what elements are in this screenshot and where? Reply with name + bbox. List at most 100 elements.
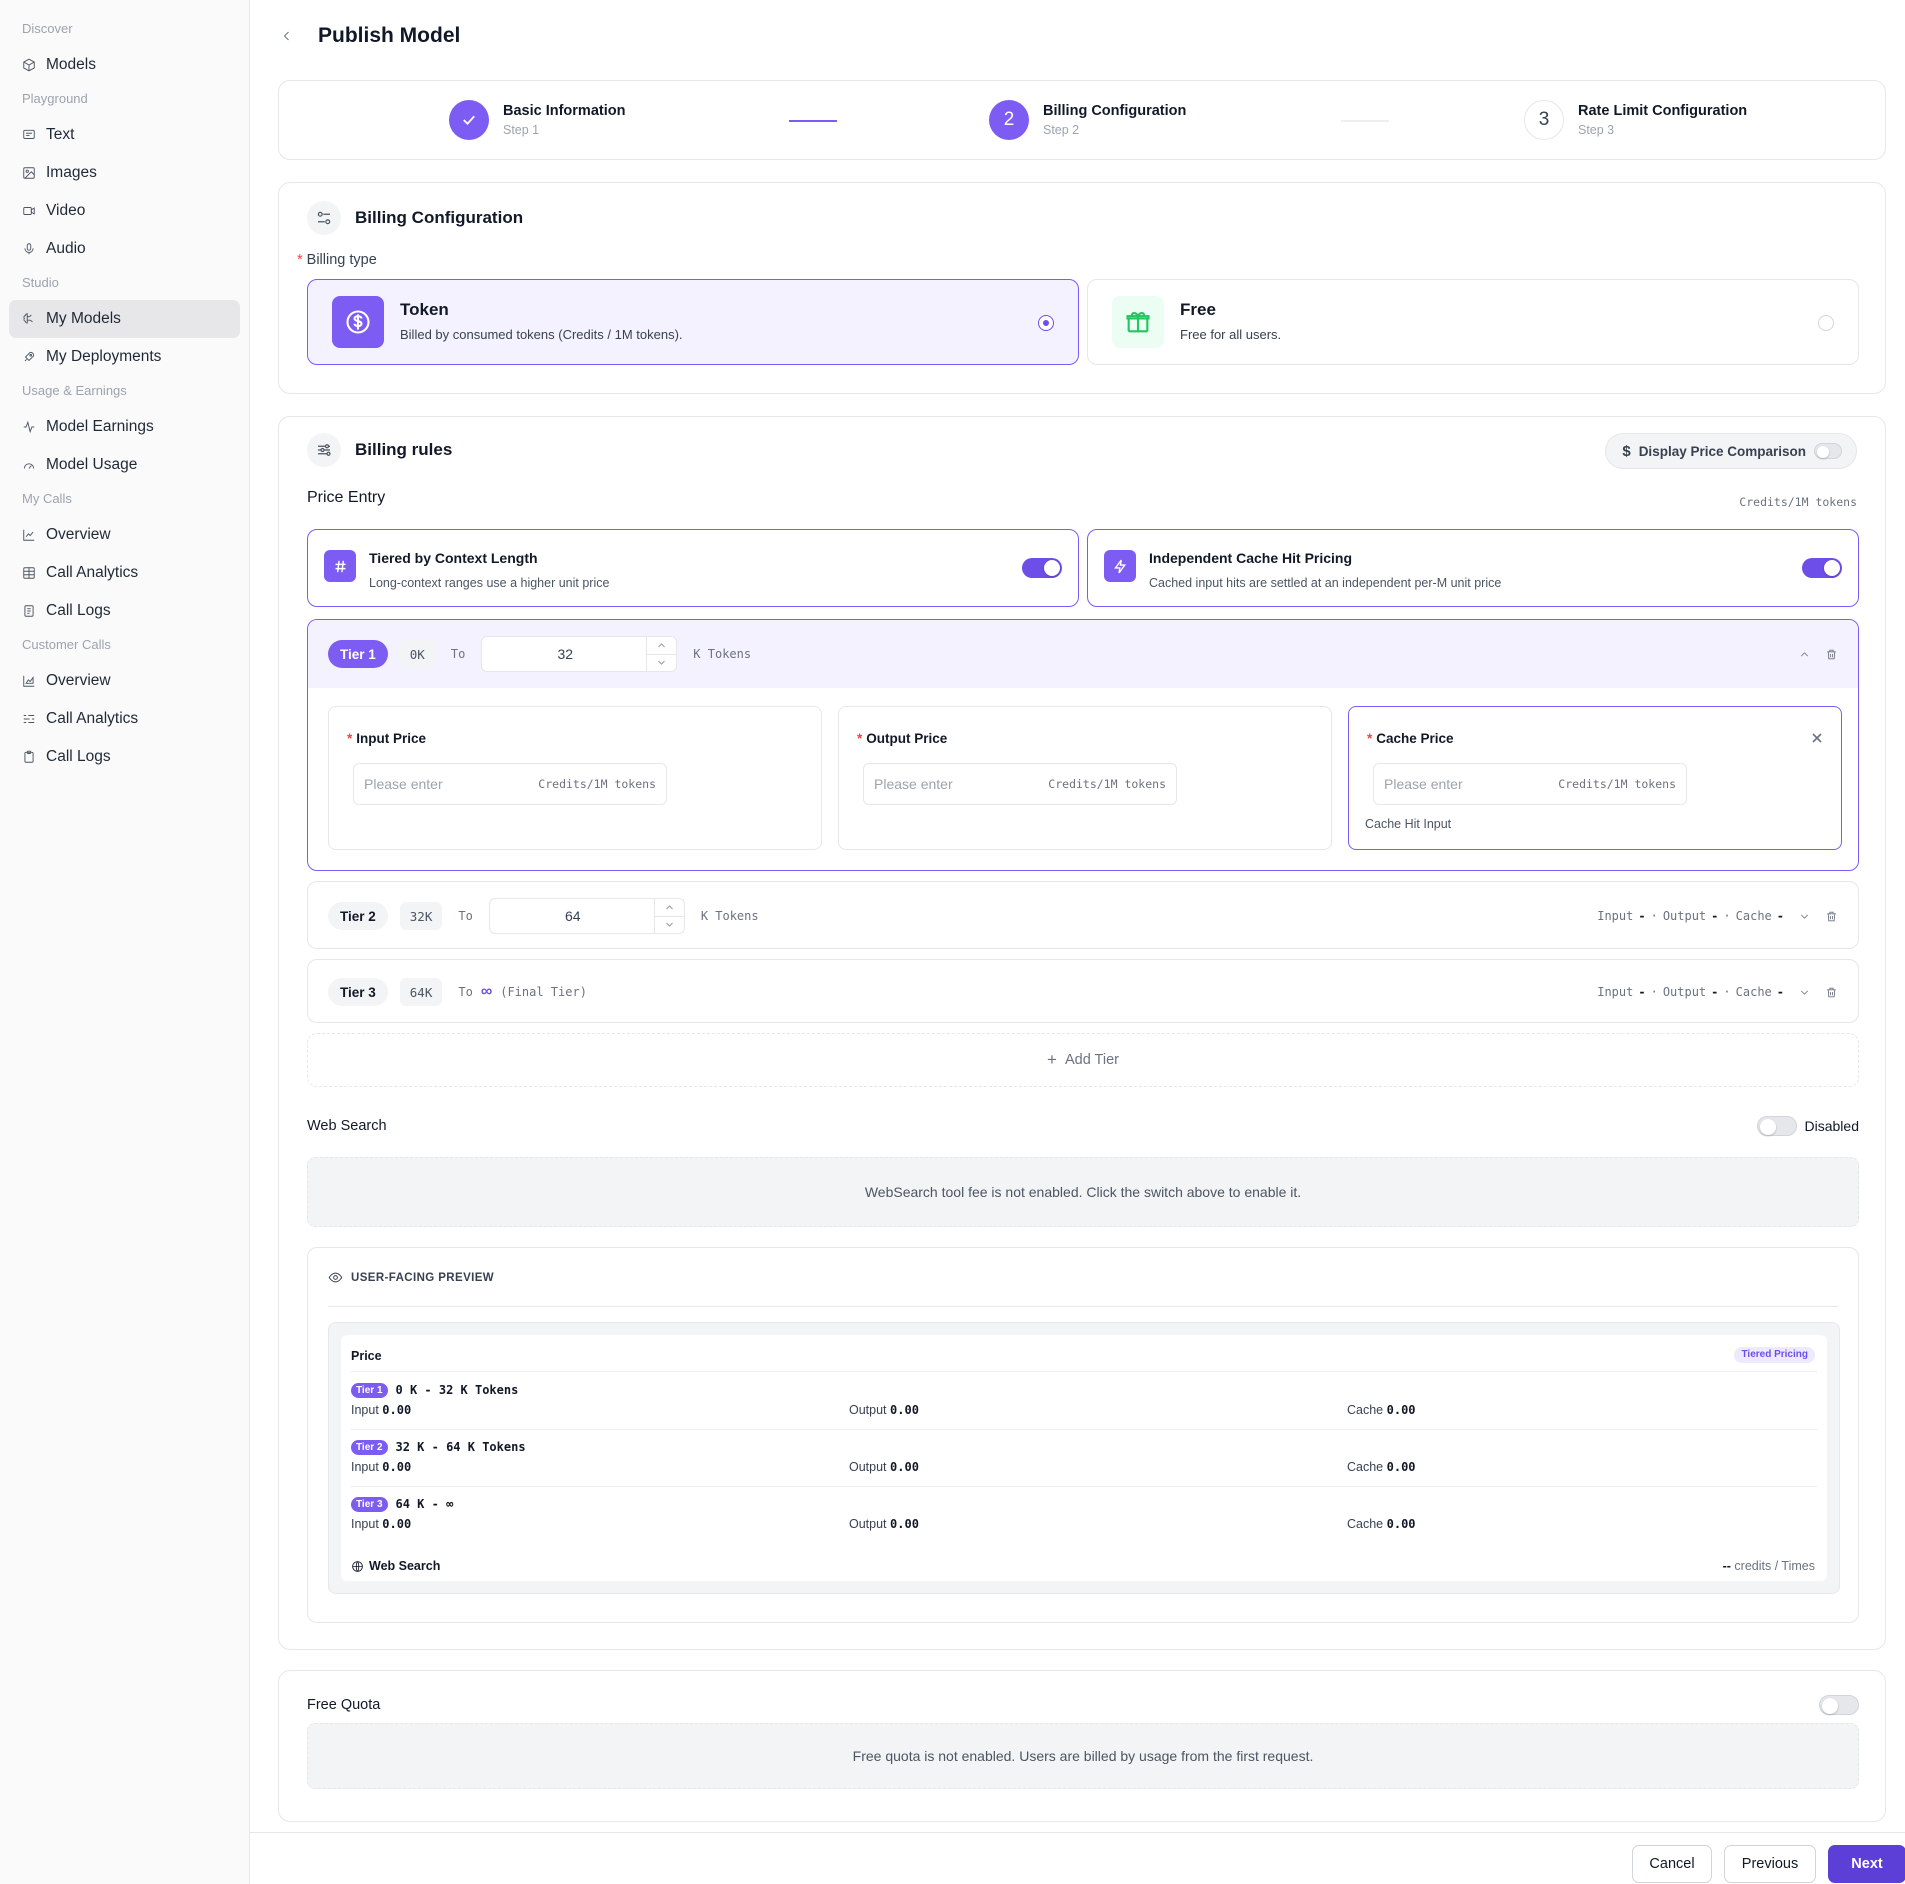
- billing-option-token[interactable]: Token Billed by consumed tokens (Credits…: [307, 279, 1079, 365]
- sidebar-item-my-calls-analytics[interactable]: Call Analytics: [9, 554, 240, 592]
- cache-price-input[interactable]: [1384, 776, 1534, 792]
- trash-icon[interactable]: [1825, 910, 1838, 923]
- section-title: Billing rules: [355, 440, 453, 459]
- stepper: Basic Information Step 1 2 Step 2 Billin…: [278, 80, 1886, 160]
- preview-cache: Cache 0.00: [1347, 1517, 1416, 1531]
- tier-to-label: To: [450, 647, 466, 661]
- table-icon: [23, 567, 35, 579]
- dollar-icon: $: [1622, 442, 1631, 460]
- tier-range: 0 K - 32 K Tokens: [395, 1383, 519, 1397]
- display-price-comparison-toggle[interactable]: $ Display Price Comparison: [1605, 433, 1857, 469]
- sidebar-item-customer-calls-overview[interactable]: Overview: [9, 662, 240, 700]
- sidebar-item-label: My Deployments: [46, 348, 162, 365]
- tier-actions: Input - · Output - · Cache -: [1597, 882, 1838, 950]
- previous-button[interactable]: Previous: [1724, 1845, 1816, 1883]
- step-billing-configuration[interactable]: 2 Step 2 Billing Configuration Step 2: [989, 100, 1186, 140]
- divider: [328, 1306, 1838, 1307]
- step-basic-information[interactable]: Basic Information Step 1: [449, 100, 625, 140]
- price-comparison-switch[interactable]: [1814, 443, 1842, 459]
- feature-title: Independent Cache Hit Pricing: [1149, 550, 1353, 566]
- chevron-down-icon[interactable]: [1798, 910, 1811, 923]
- decrement-button[interactable]: [654, 915, 684, 934]
- cache-pricing-switch[interactable]: [1802, 558, 1842, 578]
- price-label: * Output Price: [857, 731, 948, 746]
- price-label: * Cache Price: [1367, 731, 1454, 746]
- free-radio[interactable]: [1818, 315, 1834, 331]
- output-price-field[interactable]: Credits/1M tokens: [863, 763, 1177, 805]
- sidebar-item-model-earnings[interactable]: Model Earnings: [9, 408, 240, 446]
- step-connector: [1341, 120, 1389, 122]
- trash-icon[interactable]: [1825, 986, 1838, 999]
- sidebar-item-label: Text: [46, 126, 75, 143]
- tier-2-panel: Tier 2 32K To K Tokens Input-· Output-· …: [307, 881, 1859, 949]
- divider: [351, 1429, 1817, 1430]
- preview-web-search-value: -- credits / Times: [1722, 1559, 1815, 1573]
- close-icon[interactable]: [1811, 731, 1823, 743]
- sidebar-item-audio[interactable]: Audio: [9, 230, 240, 268]
- output-price-input[interactable]: [874, 776, 1024, 792]
- clipboard-icon: [24, 750, 34, 763]
- billing-option-free[interactable]: Free Free for all users.: [1087, 279, 1859, 365]
- sidebar-item-model-usage[interactable]: Model Usage: [9, 446, 240, 484]
- free-quota-switch[interactable]: [1819, 1695, 1859, 1715]
- cache-price-field[interactable]: Credits/1M tokens: [1373, 763, 1687, 805]
- toggle-label: Display Price Comparison: [1638, 443, 1806, 459]
- infinity-icon: ∞: [480, 983, 493, 1000]
- next-button[interactable]: Next: [1828, 1845, 1905, 1883]
- trash-icon[interactable]: [1825, 648, 1838, 661]
- sidebar-item-customer-calls-logs[interactable]: Call Logs: [9, 738, 240, 776]
- sidebar-group-my-calls: My Calls: [22, 491, 72, 506]
- sidebar-item-text[interactable]: Text: [9, 116, 240, 154]
- sidebar-item-label: Call Logs: [46, 602, 111, 619]
- tiered-pricing-badge: Tiered Pricing: [1734, 1347, 1815, 1363]
- sidebar-group-studio: Studio: [22, 275, 59, 290]
- sidebar-item-label: Overview: [46, 526, 111, 543]
- chevron-up-icon[interactable]: [1798, 648, 1811, 661]
- sidebar-item-video[interactable]: Video: [9, 192, 240, 230]
- input-price-field[interactable]: Credits/1M tokens: [353, 763, 667, 805]
- decrement-button[interactable]: [647, 653, 677, 672]
- sidebar-item-my-deployments[interactable]: My Deployments: [9, 338, 240, 376]
- footer-actions: Cancel Previous Next: [250, 1832, 1905, 1884]
- input-price-input[interactable]: [364, 776, 514, 792]
- token-radio[interactable]: [1038, 315, 1054, 331]
- mic-icon: [24, 243, 34, 255]
- logs-icon: [24, 605, 34, 617]
- option-title: Free: [1180, 300, 1216, 319]
- tier-unit: K Tokens: [700, 909, 759, 923]
- sidebar-item-images[interactable]: Images: [9, 154, 240, 192]
- sidebar: Discover Models Playground Text Images V…: [0, 0, 250, 1884]
- sidebar-item-my-calls-logs[interactable]: Call Logs: [9, 592, 240, 630]
- tier-2-to-stepper[interactable]: [488, 898, 685, 934]
- tier-2-to-input[interactable]: [489, 908, 656, 924]
- back-button[interactable]: [278, 27, 296, 45]
- sidebar-item-customer-calls-analytics[interactable]: Call Analytics: [9, 700, 240, 738]
- sidebar-item-label: Call Analytics: [46, 564, 139, 581]
- price-entry-label: Price Entry: [307, 489, 386, 506]
- step-rate-limit-configuration[interactable]: 3 Rate Limit Configuration Step 3: [1524, 100, 1747, 140]
- section-title: Billing Configuration: [355, 208, 524, 227]
- tier-1-to-input[interactable]: [482, 646, 649, 662]
- increment-button[interactable]: [655, 899, 684, 916]
- web-search-switch[interactable]: [1756, 1116, 1797, 1136]
- sidebar-item-my-models[interactable]: My Models: [9, 300, 240, 338]
- free-quota-notice: Free quota is not enabled. Users are bil…: [307, 1723, 1859, 1789]
- sidebar-item-label: Call Logs: [46, 748, 111, 765]
- preview-cache: Cache 0.00: [1347, 1460, 1416, 1474]
- increment-button[interactable]: [647, 637, 676, 654]
- message-square-icon: [23, 129, 35, 139]
- chevron-down-icon[interactable]: [1798, 986, 1811, 999]
- video-icon: [23, 207, 35, 215]
- preview-web-search: Web Search: [351, 1559, 440, 1573]
- add-tier-button[interactable]: + Add Tier: [307, 1033, 1859, 1087]
- tier-range: 64 K - ∞: [395, 1497, 454, 1511]
- sidebar-item-my-calls-overview[interactable]: Overview: [9, 516, 240, 554]
- image-icon: [23, 167, 35, 179]
- web-search-notice: WebSearch tool fee is not enabled. Click…: [307, 1157, 1859, 1227]
- tiered-pricing-switch[interactable]: [1022, 558, 1062, 578]
- sidebar-item-models[interactable]: Models: [9, 46, 240, 84]
- preview-tier-2: Tier 2 32 K - 64 K Tokens Input 0.00 Out…: [351, 1438, 1817, 1478]
- cancel-button[interactable]: Cancel: [1632, 1845, 1712, 1883]
- tier-header[interactable]: Tier 1 0K To K Tokens: [308, 620, 1858, 688]
- tier-1-to-stepper[interactable]: [481, 636, 678, 672]
